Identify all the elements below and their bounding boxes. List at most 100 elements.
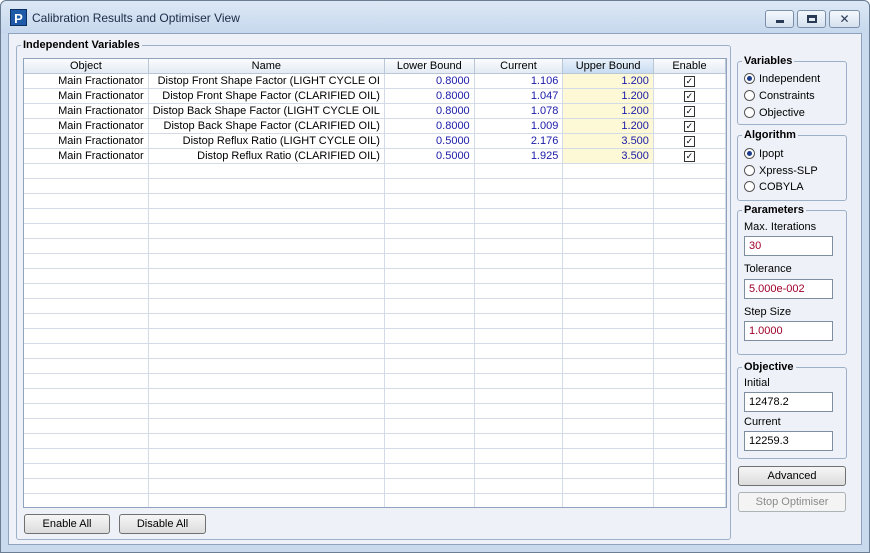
empty-cell bbox=[653, 238, 726, 254]
enable-all-button[interactable]: Enable All bbox=[24, 514, 110, 534]
enable-checkbox[interactable]: ✓ bbox=[683, 120, 695, 132]
radio-independent-button[interactable] bbox=[744, 73, 755, 84]
enable-checkbox[interactable]: ✓ bbox=[683, 105, 695, 117]
radio-objective-label: Objective bbox=[759, 107, 805, 119]
empty-cell bbox=[24, 268, 149, 284]
table-row[interactable]: Main Fractionator Distop Back Shape Facto… bbox=[24, 118, 726, 134]
empty-cell bbox=[653, 493, 726, 507]
cell-current[interactable]: 1.078 bbox=[474, 103, 564, 119]
cell-enable[interactable]: ✓ bbox=[653, 148, 726, 164]
cell-lower[interactable]: 0.5000 bbox=[384, 133, 475, 149]
cell-name[interactable]: Distop Back Shape Factor (LIGHT CYCLE OI… bbox=[148, 103, 385, 119]
cell-object[interactable]: Main Fractionator bbox=[24, 133, 149, 149]
stop-optimiser-button[interactable]: Stop Optimiser bbox=[738, 492, 846, 512]
empty-row bbox=[24, 238, 726, 254]
maximize-button[interactable] bbox=[797, 10, 826, 28]
cell-name[interactable]: Distop Reflux Ratio (LIGHT CYCLE OIL) bbox=[148, 133, 385, 149]
empty-cell bbox=[562, 223, 654, 239]
cell-enable[interactable]: ✓ bbox=[653, 73, 726, 89]
empty-cell bbox=[24, 463, 149, 479]
column-header-lower-bound[interactable]: Lower Bound bbox=[384, 59, 475, 74]
empty-cell bbox=[148, 283, 385, 299]
cell-current[interactable]: 1.047 bbox=[474, 88, 564, 104]
disable-all-button[interactable]: Disable All bbox=[119, 514, 206, 534]
radio-cobyla-button[interactable] bbox=[744, 181, 755, 192]
enable-checkbox[interactable]: ✓ bbox=[683, 150, 695, 162]
step-size-input[interactable]: 1.0000 bbox=[744, 321, 833, 341]
column-header-object[interactable]: Object bbox=[24, 59, 149, 74]
cell-current[interactable]: 1.106 bbox=[474, 73, 564, 89]
table-row[interactable]: Main Fractionator Distop Reflux Ratio (CL… bbox=[24, 148, 726, 164]
cell-upper[interactable]: 3.500 bbox=[562, 148, 654, 164]
cell-object[interactable]: Main Fractionator bbox=[24, 148, 149, 164]
cell-upper[interactable]: 1.200 bbox=[562, 103, 654, 119]
cell-current[interactable]: 1.925 bbox=[474, 148, 564, 164]
cell-enable[interactable]: ✓ bbox=[653, 118, 726, 134]
table-row[interactable]: Main Fractionator Distop Front Shape Fact… bbox=[24, 88, 726, 104]
close-button[interactable]: ✕ bbox=[829, 10, 860, 28]
cell-name[interactable]: Distop Back Shape Factor (CLARIFIED OIL) bbox=[148, 118, 385, 134]
cell-name[interactable]: Distop Front Shape Factor (CLARIFIED OIL… bbox=[148, 88, 385, 104]
table-row[interactable]: Main Fractionator Distop Front Shape Fact… bbox=[24, 73, 726, 89]
radio-constraints-button[interactable] bbox=[744, 90, 755, 101]
radio-xpress-slp-button[interactable] bbox=[744, 165, 755, 176]
cell-current[interactable]: 2.176 bbox=[474, 133, 564, 149]
cell-enable[interactable]: ✓ bbox=[653, 88, 726, 104]
cell-current[interactable]: 1.009 bbox=[474, 118, 564, 134]
cell-upper[interactable]: 1.200 bbox=[562, 73, 654, 89]
empty-cell bbox=[474, 343, 564, 359]
cell-object[interactable]: Main Fractionator bbox=[24, 88, 149, 104]
radio-ipopt-button[interactable] bbox=[744, 148, 755, 159]
max-iterations-input[interactable]: 30 bbox=[744, 236, 833, 256]
empty-row bbox=[24, 283, 726, 299]
cell-lower[interactable]: 0.8000 bbox=[384, 73, 475, 89]
empty-cell bbox=[474, 433, 564, 449]
empty-row bbox=[24, 358, 726, 374]
cell-enable[interactable]: ✓ bbox=[653, 103, 726, 119]
empty-row bbox=[24, 163, 726, 179]
tolerance-input[interactable]: 5.000e-002 bbox=[744, 279, 833, 299]
cell-object[interactable]: Main Fractionator bbox=[24, 118, 149, 134]
empty-cell bbox=[474, 238, 564, 254]
empty-cell bbox=[384, 268, 475, 284]
empty-cell bbox=[148, 343, 385, 359]
cell-lower[interactable]: 0.8000 bbox=[384, 103, 475, 119]
column-header-current[interactable]: Current bbox=[474, 59, 564, 74]
empty-cell bbox=[562, 448, 654, 464]
empty-cell bbox=[148, 268, 385, 284]
enable-checkbox[interactable]: ✓ bbox=[683, 135, 695, 147]
advanced-button[interactable]: Advanced bbox=[738, 466, 846, 486]
radio-objective-button[interactable] bbox=[744, 107, 755, 118]
empty-cell bbox=[384, 163, 475, 179]
cell-object[interactable]: Main Fractionator bbox=[24, 73, 149, 89]
cell-upper[interactable]: 1.200 bbox=[562, 118, 654, 134]
radio-constraints-label: Constraints bbox=[759, 90, 815, 102]
cell-upper[interactable]: 1.200 bbox=[562, 88, 654, 104]
column-header-enable[interactable]: Enable bbox=[653, 59, 726, 74]
column-header-upper-bound[interactable]: Upper Bound bbox=[562, 59, 654, 74]
cell-lower[interactable]: 0.5000 bbox=[384, 148, 475, 164]
minimize-button[interactable] bbox=[765, 10, 794, 28]
table-body: Main Fractionator Distop Front Shape Fact… bbox=[24, 73, 726, 507]
column-header-name[interactable]: Name bbox=[148, 59, 385, 74]
table-row[interactable]: Main Fractionator Distop Back Shape Facto… bbox=[24, 103, 726, 119]
table-row[interactable]: Main Fractionator Distop Reflux Ratio (LI… bbox=[24, 133, 726, 149]
empty-row bbox=[24, 208, 726, 224]
cell-lower[interactable]: 0.8000 bbox=[384, 88, 475, 104]
enable-checkbox[interactable]: ✓ bbox=[683, 90, 695, 102]
cell-name[interactable]: Distop Front Shape Factor (LIGHT CYCLE O… bbox=[148, 73, 385, 89]
cell-object[interactable]: Main Fractionator bbox=[24, 103, 149, 119]
cell-lower[interactable]: 0.8000 bbox=[384, 118, 475, 134]
empty-cell bbox=[474, 268, 564, 284]
empty-cell bbox=[653, 478, 726, 494]
empty-cell bbox=[24, 223, 149, 239]
empty-cell bbox=[24, 403, 149, 419]
independent-variables-grid[interactable]: Object Name Lower Bound Current Upper Bo… bbox=[23, 58, 727, 508]
enable-checkbox[interactable]: ✓ bbox=[683, 75, 695, 87]
radio-xpress-slp-label: Xpress-SLP bbox=[759, 165, 818, 177]
cell-enable[interactable]: ✓ bbox=[653, 133, 726, 149]
cell-name[interactable]: Distop Reflux Ratio (CLARIFIED OIL) bbox=[148, 148, 385, 164]
cell-upper[interactable]: 3.500 bbox=[562, 133, 654, 149]
title-bar[interactable]: P Calibration Results and Optimiser View… bbox=[1, 1, 869, 33]
empty-cell bbox=[653, 223, 726, 239]
